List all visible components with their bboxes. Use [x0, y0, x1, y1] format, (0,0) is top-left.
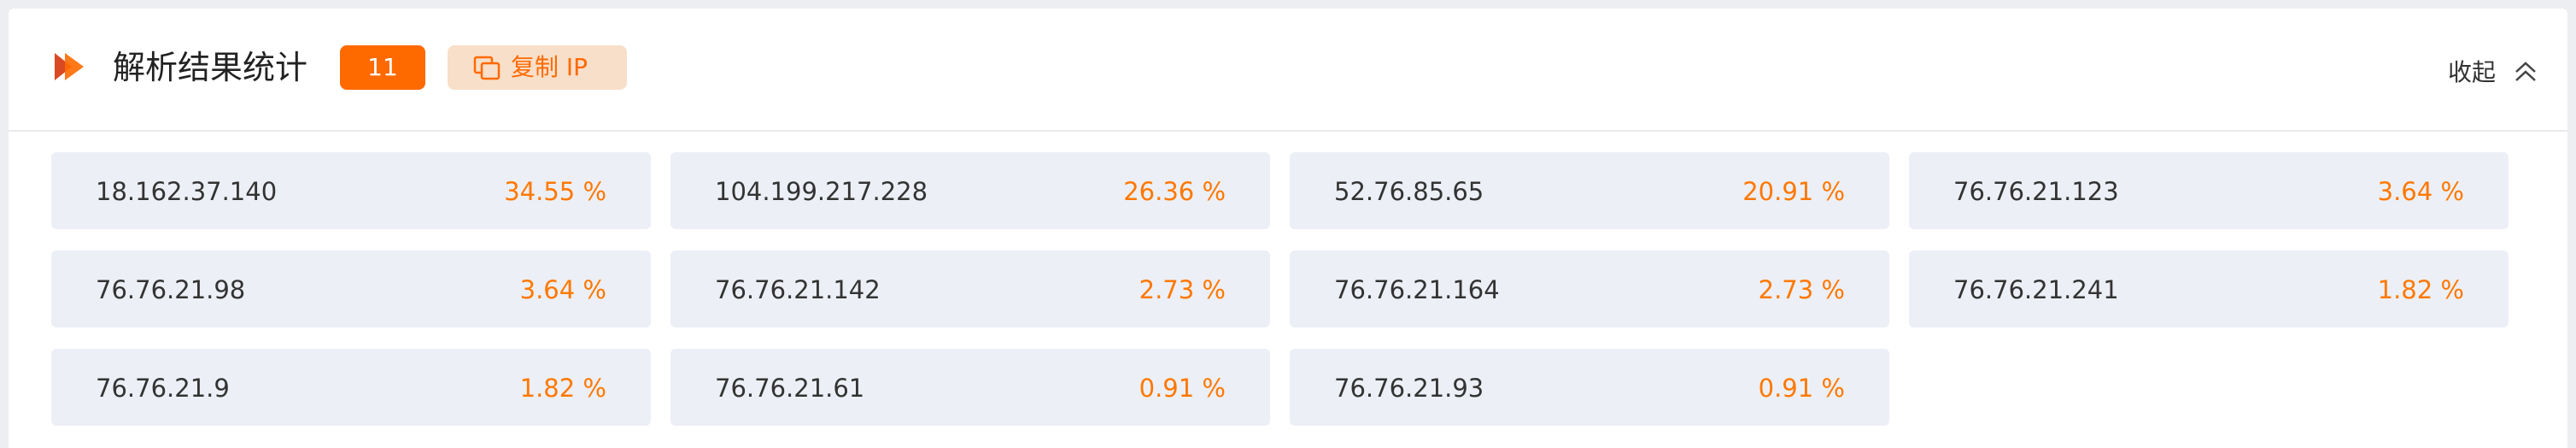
ip-percentage: 0.91 %: [1139, 374, 1226, 403]
copy-ip-button[interactable]: 复制 IP: [448, 45, 627, 90]
resolution-stats-panel: 解析结果统计 11 复制 IP 收起 18.162.37.140 34.55 %…: [9, 9, 2567, 448]
ip-address: 76.76.21.9: [96, 374, 230, 403]
ip-address: 104.199.217.228: [715, 177, 928, 206]
panel-title: 解析结果统计: [113, 49, 308, 86]
copy-icon: [473, 56, 501, 80]
ip-address: 76.76.21.98: [96, 275, 246, 304]
result-count-badge: 11: [340, 45, 425, 90]
ip-address: 76.76.21.142: [715, 275, 881, 304]
ip-address: 76.76.21.61: [715, 374, 865, 403]
ip-result-card[interactable]: 76.76.21.164 2.73 %: [1290, 251, 1889, 327]
ip-address: 18.162.37.140: [96, 177, 278, 206]
ip-percentage: 26.36 %: [1123, 177, 1226, 206]
ip-result-card[interactable]: 76.76.21.241 1.82 %: [1909, 251, 2509, 327]
ip-result-card[interactable]: 76.76.21.93 0.91 %: [1290, 349, 1889, 426]
double-chevron-right-icon: [55, 53, 84, 80]
ip-percentage: 2.73 %: [1758, 275, 1845, 304]
panel-header: 解析结果统计 11 复制 IP 收起: [9, 9, 2567, 132]
ip-percentage: 3.64 %: [519, 275, 606, 304]
copy-ip-label: 复制 IP: [511, 53, 588, 81]
ip-result-card[interactable]: 76.76.21.9 1.82 %: [51, 349, 651, 426]
ip-address: 76.76.21.164: [1334, 275, 1500, 304]
ip-result-card[interactable]: 18.162.37.140 34.55 %: [51, 152, 651, 229]
ip-result-card[interactable]: 76.76.21.142 2.73 %: [670, 251, 1270, 327]
ip-address: 76.76.21.241: [1953, 275, 2119, 304]
chevron-up-double-icon: [2515, 62, 2536, 81]
ip-address: 76.76.21.123: [1953, 177, 2119, 206]
ip-percentage: 3.64 %: [2377, 177, 2464, 206]
ip-address: 76.76.21.93: [1334, 374, 1484, 403]
ip-address: 52.76.85.65: [1334, 177, 1484, 206]
collapse-label: 收起: [2448, 58, 2497, 86]
ip-percentage: 20.91 %: [1742, 177, 1845, 206]
ip-result-card[interactable]: 76.76.21.98 3.64 %: [51, 251, 651, 327]
ip-percentage: 1.82 %: [2377, 275, 2464, 304]
ip-percentage: 1.82 %: [519, 374, 606, 403]
ip-result-card[interactable]: 52.76.85.65 20.91 %: [1290, 152, 1889, 229]
ip-percentage: 2.73 %: [1139, 275, 1226, 304]
ip-result-card[interactable]: 76.76.21.123 3.64 %: [1909, 152, 2509, 229]
ip-result-card[interactable]: 76.76.21.61 0.91 %: [670, 349, 1270, 426]
collapse-button[interactable]: 收起: [2448, 56, 2542, 91]
ip-percentage: 0.91 %: [1758, 374, 1845, 403]
ip-percentage: 34.55 %: [504, 177, 606, 206]
ip-result-card[interactable]: 104.199.217.228 26.36 %: [670, 152, 1270, 229]
